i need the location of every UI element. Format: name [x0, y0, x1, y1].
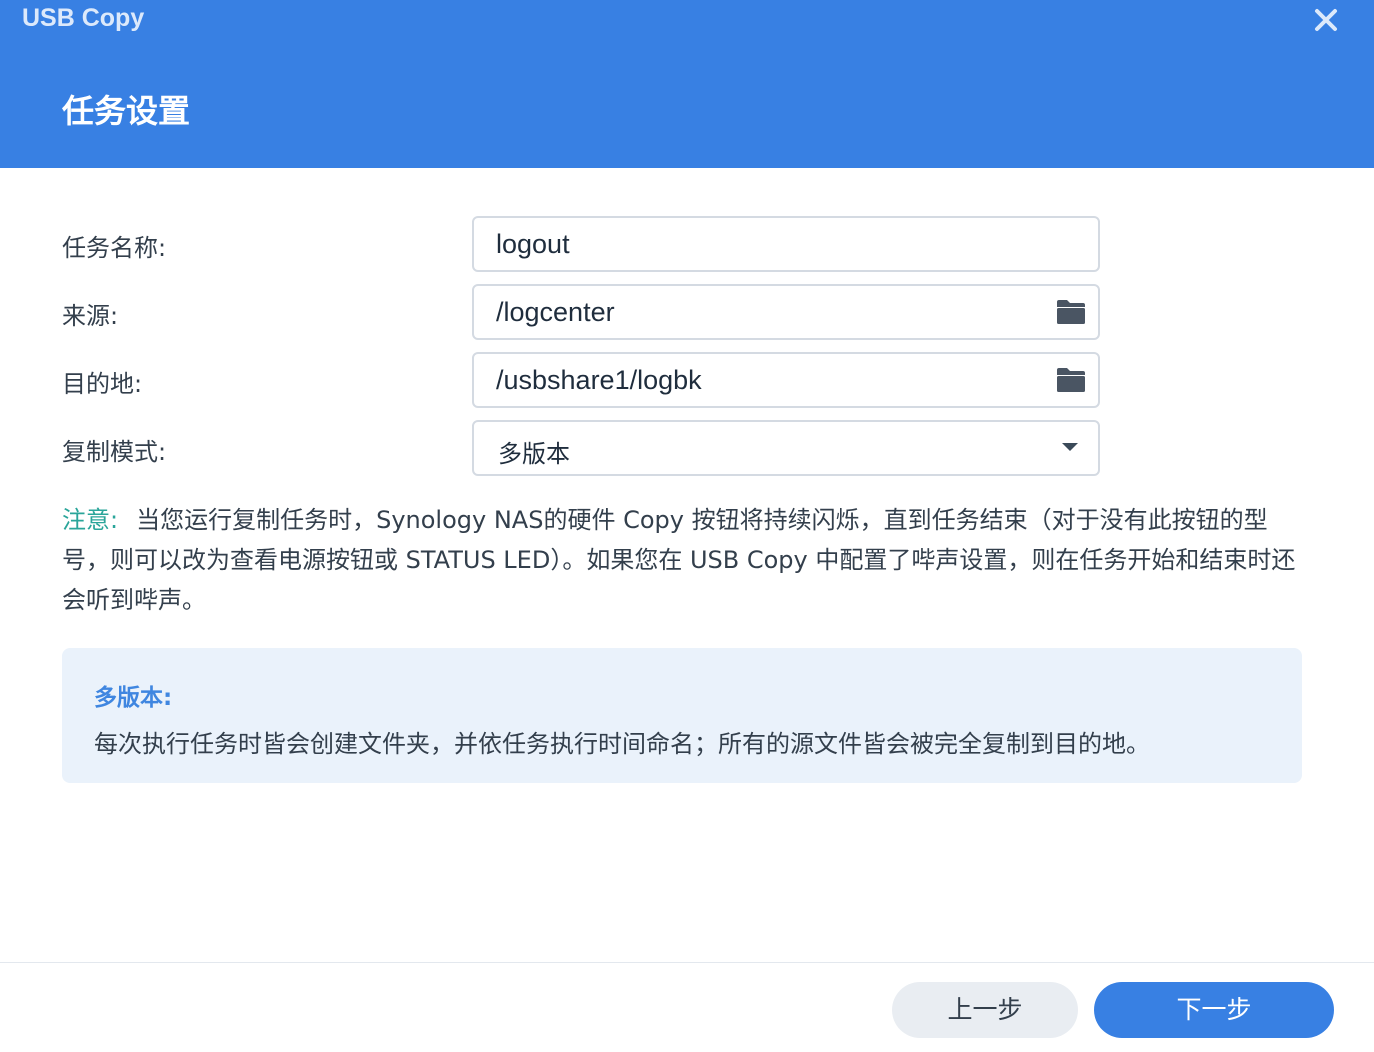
step-title: 任务设置 [62, 92, 191, 130]
info-text: 每次执行任务时皆会创建文件夹，并依任务执行时间命名；所有的源文件皆会被完全复制到… [94, 730, 1150, 758]
note-text: 当您运行复制任务时，Synology NAS的硬件 Copy 按钮将持续闪烁，直… [62, 506, 1296, 614]
destination-input[interactable] [496, 354, 1056, 406]
task-name-input[interactable] [496, 218, 1056, 270]
app-title: USB Copy [22, 4, 145, 32]
folder-icon[interactable] [1056, 298, 1086, 326]
destination-label: 目的地: [62, 370, 143, 398]
copy-mode-label: 复制模式: [62, 438, 167, 466]
source-label: 来源: [62, 302, 119, 330]
close-button[interactable] [1308, 2, 1344, 38]
source-input[interactable] [496, 286, 1056, 338]
task-name-field[interactable] [472, 216, 1100, 272]
close-icon[interactable] [1308, 2, 1344, 38]
note-paragraph: 注意: 当您运行复制任务时，Synology NAS的硬件 Copy 按钮将持续闪… [62, 500, 1312, 620]
copy-mode-select[interactable]: 多版本 [472, 420, 1100, 476]
task-name-label: 任务名称: [62, 234, 167, 262]
note-label: 注意: [62, 506, 119, 534]
mode-info-box: 多版本: 每次执行任务时皆会创建文件夹，并依任务执行时间命名；所有的源文件皆会被… [62, 648, 1302, 783]
info-title: 多版本: [94, 685, 173, 711]
folder-icon[interactable] [1056, 366, 1086, 394]
chevron-down-icon[interactable] [1062, 443, 1078, 451]
copy-mode-selected: 多版本 [498, 440, 570, 468]
dialog-header: USB Copy 任务设置 [0, 0, 1374, 168]
next-button[interactable]: 下一步 [1094, 982, 1334, 1038]
footer-divider [0, 962, 1374, 963]
source-field[interactable] [472, 284, 1100, 340]
previous-button[interactable]: 上一步 [892, 982, 1078, 1038]
destination-field[interactable] [472, 352, 1100, 408]
